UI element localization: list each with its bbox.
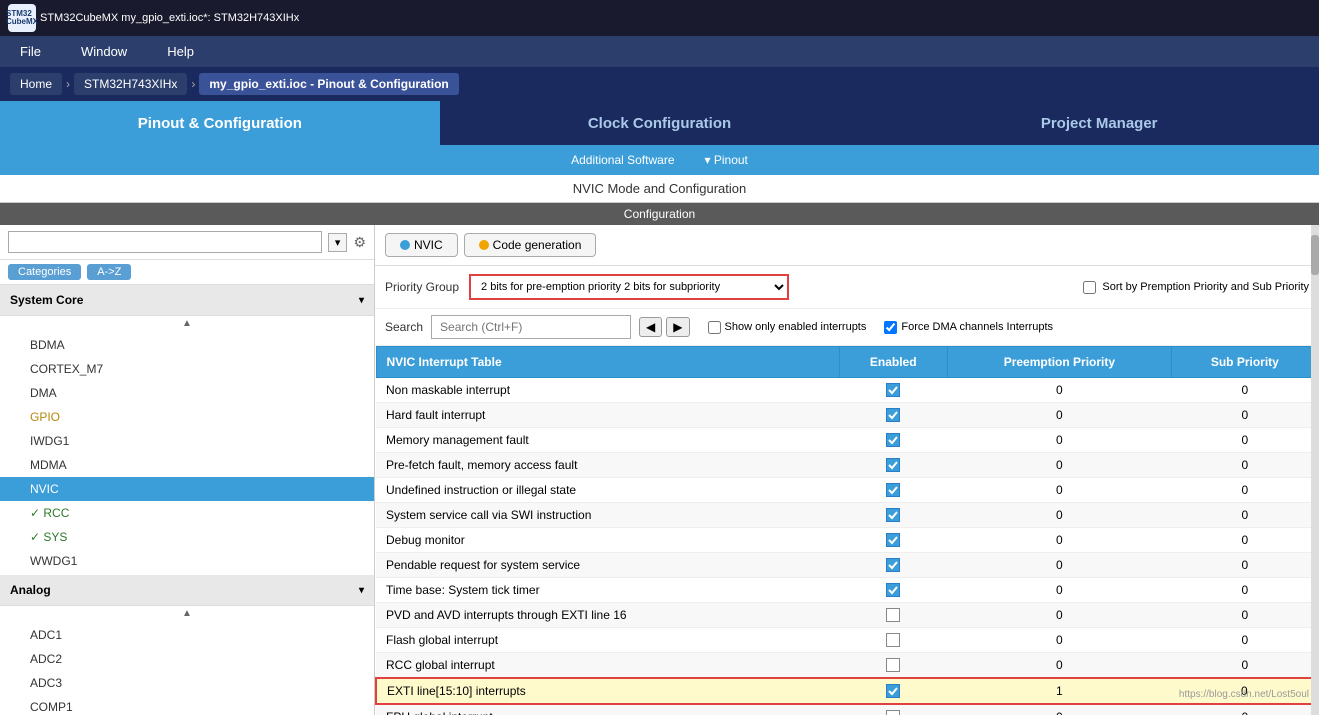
table-row: Time base: System tick timer00 bbox=[376, 578, 1318, 603]
tab-clock[interactable]: Clock Configuration bbox=[440, 101, 880, 145]
sidebar-item-nvic[interactable]: NVIC bbox=[0, 477, 374, 501]
col-enabled: Enabled bbox=[839, 347, 947, 378]
nvic-table: NVIC Interrupt Table Enabled Preemption … bbox=[375, 346, 1319, 715]
table-row: Undefined instruction or illegal state00 bbox=[376, 478, 1318, 503]
az-button[interactable]: A->Z bbox=[87, 264, 131, 280]
sidebar-item-adc3[interactable]: ADC3 bbox=[0, 671, 374, 695]
section-analog[interactable]: Analog ▾ bbox=[0, 575, 374, 606]
sort-label: Sort by Premption Priority and Sub Prior… bbox=[1102, 281, 1309, 293]
sidebar-item-sys[interactable]: ✓ SYS bbox=[0, 525, 374, 549]
breadcrumb-chip[interactable]: STM32H743XIHx bbox=[74, 73, 187, 95]
show-enabled-row: Show only enabled interrupts bbox=[708, 321, 867, 334]
menu-bar: File Window Help bbox=[0, 36, 1319, 67]
tab-code-gen[interactable]: Code generation bbox=[464, 233, 597, 257]
gear-icon[interactable]: ⚙ bbox=[353, 234, 366, 251]
search-prev-button[interactable]: ◀ bbox=[639, 317, 662, 337]
table-row: Debug monitor00 bbox=[376, 528, 1318, 553]
sub-tabs: Additional Software ▾ Pinout bbox=[0, 145, 1319, 175]
force-dma-row: Force DMA channels Interrupts bbox=[884, 321, 1053, 334]
tab-pinout[interactable]: Pinout & Configuration bbox=[0, 101, 440, 145]
table-row: Hard fault interrupt00 bbox=[376, 403, 1318, 428]
table-row: Flash global interrupt00 bbox=[376, 628, 1318, 653]
table-row: System service call via SWI instruction0… bbox=[376, 503, 1318, 528]
search-input[interactable] bbox=[431, 315, 631, 339]
system-core-items: BDMA CORTEX_M7 DMA GPIO IWDG1 MDMA NVIC … bbox=[0, 331, 374, 575]
table-row: RCC global interrupt00 bbox=[376, 653, 1318, 679]
table-row: EXTI line[15:10] interrupts10 bbox=[376, 678, 1318, 704]
sidebar-search-row: ▾ ⚙ bbox=[0, 225, 374, 260]
breadcrumb-current[interactable]: my_gpio_exti.ioc - Pinout & Configuratio… bbox=[199, 73, 458, 95]
sidebar-item-iwdg1[interactable]: IWDG1 bbox=[0, 429, 374, 453]
force-dma-checkbox[interactable] bbox=[884, 321, 897, 334]
analog-items: ADC1 ADC2 ADC3 COMP1 COMP2 DAC1 OPAMP1 bbox=[0, 621, 374, 715]
breadcrumb-home[interactable]: Home bbox=[10, 73, 62, 95]
table-row: Pre-fetch fault, memory access fault00 bbox=[376, 453, 1318, 478]
sidebar-buttons: Categories A->Z bbox=[0, 260, 374, 285]
nvic-tabs: NVIC Code generation bbox=[375, 225, 1319, 266]
menu-help[interactable]: Help bbox=[147, 40, 214, 63]
table-row: Pendable request for system service00 bbox=[376, 553, 1318, 578]
sidebar: ▾ ⚙ Categories A->Z System Core ▾ ▲ BDMA… bbox=[0, 225, 375, 715]
menu-file[interactable]: File bbox=[0, 40, 61, 63]
col-interrupt-name: NVIC Interrupt Table bbox=[376, 347, 839, 378]
breadcrumb: Home › STM32H743XIHx › my_gpio_exti.ioc … bbox=[0, 67, 1319, 101]
sub-tab-pinout[interactable]: ▾ Pinout bbox=[705, 153, 748, 167]
chevron-down-icon: ▾ bbox=[359, 295, 364, 306]
sidebar-search-input[interactable] bbox=[8, 231, 322, 253]
priority-group-select[interactable]: 2 bits for pre-emption priority 2 bits f… bbox=[469, 274, 789, 300]
sort-checkbox[interactable] bbox=[1083, 281, 1096, 294]
sidebar-item-cortex[interactable]: CORTEX_M7 bbox=[0, 357, 374, 381]
sub-tab-software[interactable]: Additional Software bbox=[571, 153, 674, 167]
col-preemption: Preemption Priority bbox=[947, 347, 1172, 378]
scroll-up-arrow[interactable]: ▲ bbox=[0, 316, 374, 331]
show-enabled-checkbox[interactable] bbox=[708, 321, 721, 334]
search-nav: ◀ ▶ bbox=[639, 317, 689, 337]
scrollbar[interactable] bbox=[1311, 225, 1319, 715]
table-row: PVD and AVD interrupts through EXTI line… bbox=[376, 603, 1318, 628]
content-wrapper: NVIC Code generation Priority Group 2 bi… bbox=[375, 225, 1319, 715]
title-text: STM32CubeMX my_gpio_exti.ioc*: STM32H743… bbox=[40, 12, 299, 24]
section-system-core[interactable]: System Core ▾ bbox=[0, 285, 374, 316]
tab-project[interactable]: Project Manager bbox=[879, 101, 1319, 145]
show-enabled-label: Show only enabled interrupts bbox=[725, 321, 867, 333]
table-row: Memory management fault00 bbox=[376, 428, 1318, 453]
search-label: Search bbox=[385, 320, 423, 334]
table-row: FPU global interrupt00 bbox=[376, 704, 1318, 715]
categories-button[interactable]: Categories bbox=[8, 264, 81, 280]
scroll-up-arrow-analog[interactable]: ▲ bbox=[0, 606, 374, 621]
tab-nvic[interactable]: NVIC bbox=[385, 233, 458, 257]
title-bar: STM32CubeMX STM32CubeMX my_gpio_exti.ioc… bbox=[0, 0, 1319, 36]
watermark: https://blog.csdn.net/Lost5oul bbox=[1179, 689, 1309, 700]
table-row: Non maskable interrupt00 bbox=[376, 378, 1318, 403]
content: NVIC Code generation Priority Group 2 bi… bbox=[375, 225, 1319, 715]
code-gen-dot bbox=[479, 240, 489, 250]
col-sub: Sub Priority bbox=[1172, 347, 1318, 378]
sidebar-item-comp1[interactable]: COMP1 bbox=[0, 695, 374, 715]
sidebar-item-gpio[interactable]: GPIO bbox=[0, 405, 374, 429]
sidebar-item-bdma[interactable]: BDMA bbox=[0, 333, 374, 357]
sidebar-item-rcc[interactable]: ✓ RCC bbox=[0, 501, 374, 525]
sidebar-item-adc2[interactable]: ADC2 bbox=[0, 647, 374, 671]
sidebar-item-wwdg1[interactable]: WWDG1 bbox=[0, 549, 374, 573]
sort-checkbox-row: Sort by Premption Priority and Sub Prior… bbox=[1083, 281, 1309, 294]
config-bar: Configuration bbox=[0, 203, 1319, 225]
sidebar-item-mdma[interactable]: MDMA bbox=[0, 453, 374, 477]
search-next-button[interactable]: ▶ bbox=[666, 317, 689, 337]
sidebar-item-adc1[interactable]: ADC1 bbox=[0, 623, 374, 647]
tab-bar: Pinout & Configuration Clock Configurati… bbox=[0, 101, 1319, 145]
search-row: Search ◀ ▶ Show only enabled interrupts … bbox=[375, 309, 1319, 346]
scrollbar-thumb[interactable] bbox=[1311, 235, 1319, 275]
menu-window[interactable]: Window bbox=[61, 40, 147, 63]
force-dma-label: Force DMA channels Interrupts bbox=[901, 321, 1053, 333]
nvic-dot bbox=[400, 240, 410, 250]
priority-group-label: Priority Group bbox=[385, 280, 459, 294]
priority-group-row: Priority Group 2 bits for pre-emption pr… bbox=[375, 266, 1319, 309]
mode-title: NVIC Mode and Configuration bbox=[0, 175, 1319, 203]
sidebar-item-dma[interactable]: DMA bbox=[0, 381, 374, 405]
chevron-down-icon-analog: ▾ bbox=[359, 585, 364, 596]
